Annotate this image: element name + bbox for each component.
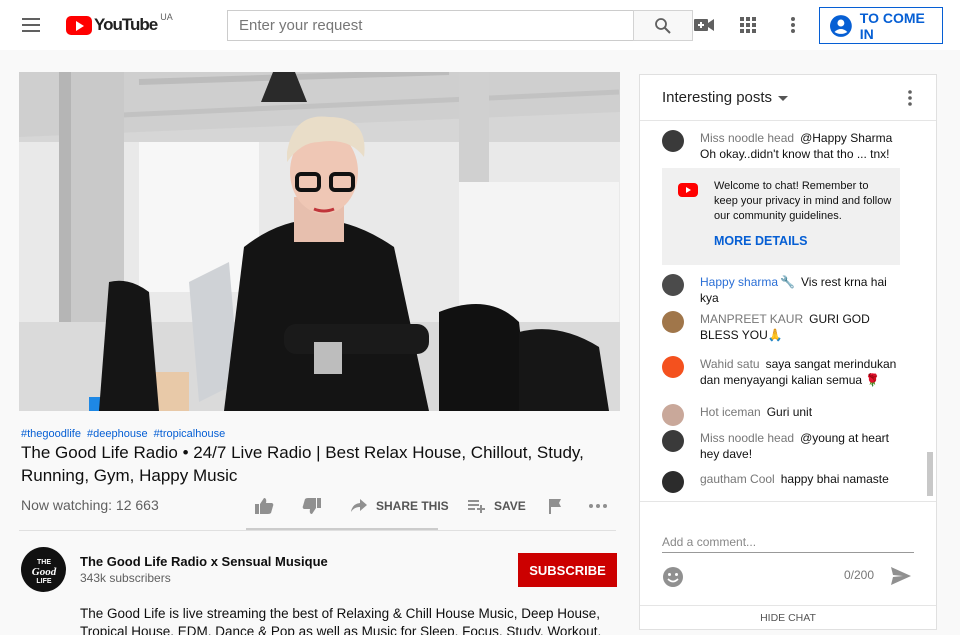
chat-welcome-banner: Welcome to chat! Remember to keep your p… — [662, 168, 900, 265]
chat-menu-icon[interactable] — [902, 87, 918, 109]
chat-author[interactable]: gautham Cool — [700, 472, 775, 486]
chat-text: happy bhai namaste — [780, 472, 889, 486]
divider — [19, 530, 616, 531]
hashtag-link[interactable]: #tropicalhouse — [154, 428, 226, 440]
more-actions-button[interactable] — [588, 495, 608, 517]
search-icon — [655, 17, 671, 34]
more-details-link[interactable]: MORE DETAILS — [714, 234, 808, 248]
chat-author[interactable]: Wahid satu — [700, 357, 760, 371]
chat-scrollbar[interactable] — [927, 452, 933, 496]
top-bar: YouTube UA TO COME IN — [0, 0, 960, 50]
chat-message: MANPREET KAUR GURI GOD BLESS YOU🙏 — [662, 311, 902, 343]
create-video-icon[interactable] — [692, 13, 716, 37]
avatar — [662, 130, 684, 152]
more-options-icon[interactable] — [781, 13, 805, 37]
thumbs-down-icon — [302, 498, 321, 514]
chat-message: Miss noodle head @Happy Sharma Oh okay..d… — [662, 130, 902, 162]
report-button[interactable] — [548, 495, 562, 517]
svg-text:THE: THE — [37, 559, 51, 566]
youtube-play-icon — [66, 15, 92, 35]
subscriber-count: 343k subscribers — [80, 571, 171, 585]
avatar — [662, 274, 684, 296]
account-icon — [830, 14, 852, 37]
chat-mode-dropdown[interactable]: Interesting posts — [662, 89, 789, 106]
video-frame-image — [19, 72, 620, 411]
chat-author[interactable]: Miss noodle head — [700, 131, 794, 145]
share-icon — [351, 499, 367, 512]
char-counter: 0/200 — [844, 568, 875, 582]
avatar — [662, 356, 684, 378]
playlist-add-icon — [468, 500, 485, 513]
wrench-icon: 🔧 — [780, 275, 795, 289]
view-count: Now watching: 12 663 — [21, 497, 159, 513]
hashtag-link[interactable]: #deephouse — [87, 428, 148, 440]
chat-message: gautham Cool happy bhai namaste — [662, 471, 902, 493]
caret-down-icon — [778, 95, 789, 101]
hide-chat-button[interactable]: HIDE CHAT — [640, 605, 936, 630]
live-chat-panel: Interesting posts Miss noodle head @Happy… — [639, 74, 937, 630]
channel-avatar[interactable]: THE Good LIFE — [21, 547, 66, 592]
chat-messages[interactable]: Miss noodle head @Happy Sharma Oh okay..d… — [640, 122, 936, 500]
chat-author[interactable]: Happy sharma — [700, 275, 778, 289]
welcome-text: Welcome to chat! Remember to keep your p… — [714, 180, 892, 222]
avatar — [662, 404, 684, 426]
save-button[interactable]: SAVE — [468, 495, 526, 517]
chat-text: Guri unit — [766, 405, 813, 419]
dislike-button[interactable] — [302, 495, 322, 517]
sign-in-button[interactable]: TO COME IN — [819, 7, 943, 44]
chat-author[interactable]: Miss noodle head — [700, 431, 794, 445]
share-button[interactable]: SHARE THIS — [350, 495, 449, 517]
sign-in-label: TO COME IN — [859, 9, 925, 42]
chat-message: Wahid satu saya sangat merindukan dan men… — [662, 356, 902, 388]
subscribe-button[interactable]: SUBSCRIBE — [518, 553, 617, 587]
avatar — [662, 471, 684, 493]
menu-icon[interactable] — [20, 14, 44, 36]
logo-text: YouTube — [94, 15, 158, 34]
youtube-logo[interactable]: YouTube UA — [66, 12, 173, 36]
video-title: The Good Life Radio • 24/7 Live Radio | … — [21, 443, 584, 485]
chat-message: Happy sharma 🔧 Vis rest krna hai kya — [662, 274, 902, 306]
chat-message: Miss noodle head @young at heart hey dave… — [662, 430, 902, 462]
hashtags: #thegoodlife #deephouse #tropicalhouse — [21, 428, 228, 440]
chat-input-area: 0/200 — [640, 501, 936, 605]
hashtag-link[interactable]: #thegoodlife — [21, 428, 81, 440]
like-button[interactable] — [254, 495, 274, 517]
svg-text:LIFE: LIFE — [36, 578, 51, 585]
apps-grid-icon[interactable] — [736, 13, 760, 37]
avatar — [662, 430, 684, 452]
emoji-icon[interactable] — [662, 566, 684, 588]
avatar — [662, 311, 684, 333]
chat-header: Interesting posts — [640, 75, 936, 121]
chat-author[interactable]: MANPREET KAUR — [700, 312, 803, 326]
svg-text:Good: Good — [31, 566, 56, 578]
search-button[interactable] — [633, 10, 693, 41]
youtube-icon — [678, 183, 698, 197]
video-description: The Good Life is live streaming the best… — [80, 606, 602, 635]
chat-author[interactable]: Hot iceman — [700, 405, 761, 419]
search-input[interactable] — [227, 10, 634, 41]
video-player[interactable] — [19, 72, 620, 411]
thumbs-up-icon — [255, 498, 274, 514]
more-horizontal-icon — [589, 504, 607, 508]
flag-icon — [549, 499, 561, 514]
region-label: UA — [160, 12, 173, 22]
channel-name[interactable]: The Good Life Radio x Sensual Musique — [80, 554, 328, 569]
send-icon[interactable] — [890, 566, 914, 588]
chat-title: Interesting posts — [662, 89, 773, 106]
comment-input[interactable] — [662, 531, 914, 553]
save-label: SAVE — [494, 499, 526, 513]
chat-message: Hot iceman Guri unit — [662, 404, 902, 426]
channel-logo: THE Good LIFE — [31, 559, 56, 585]
share-label: SHARE THIS — [376, 499, 449, 513]
